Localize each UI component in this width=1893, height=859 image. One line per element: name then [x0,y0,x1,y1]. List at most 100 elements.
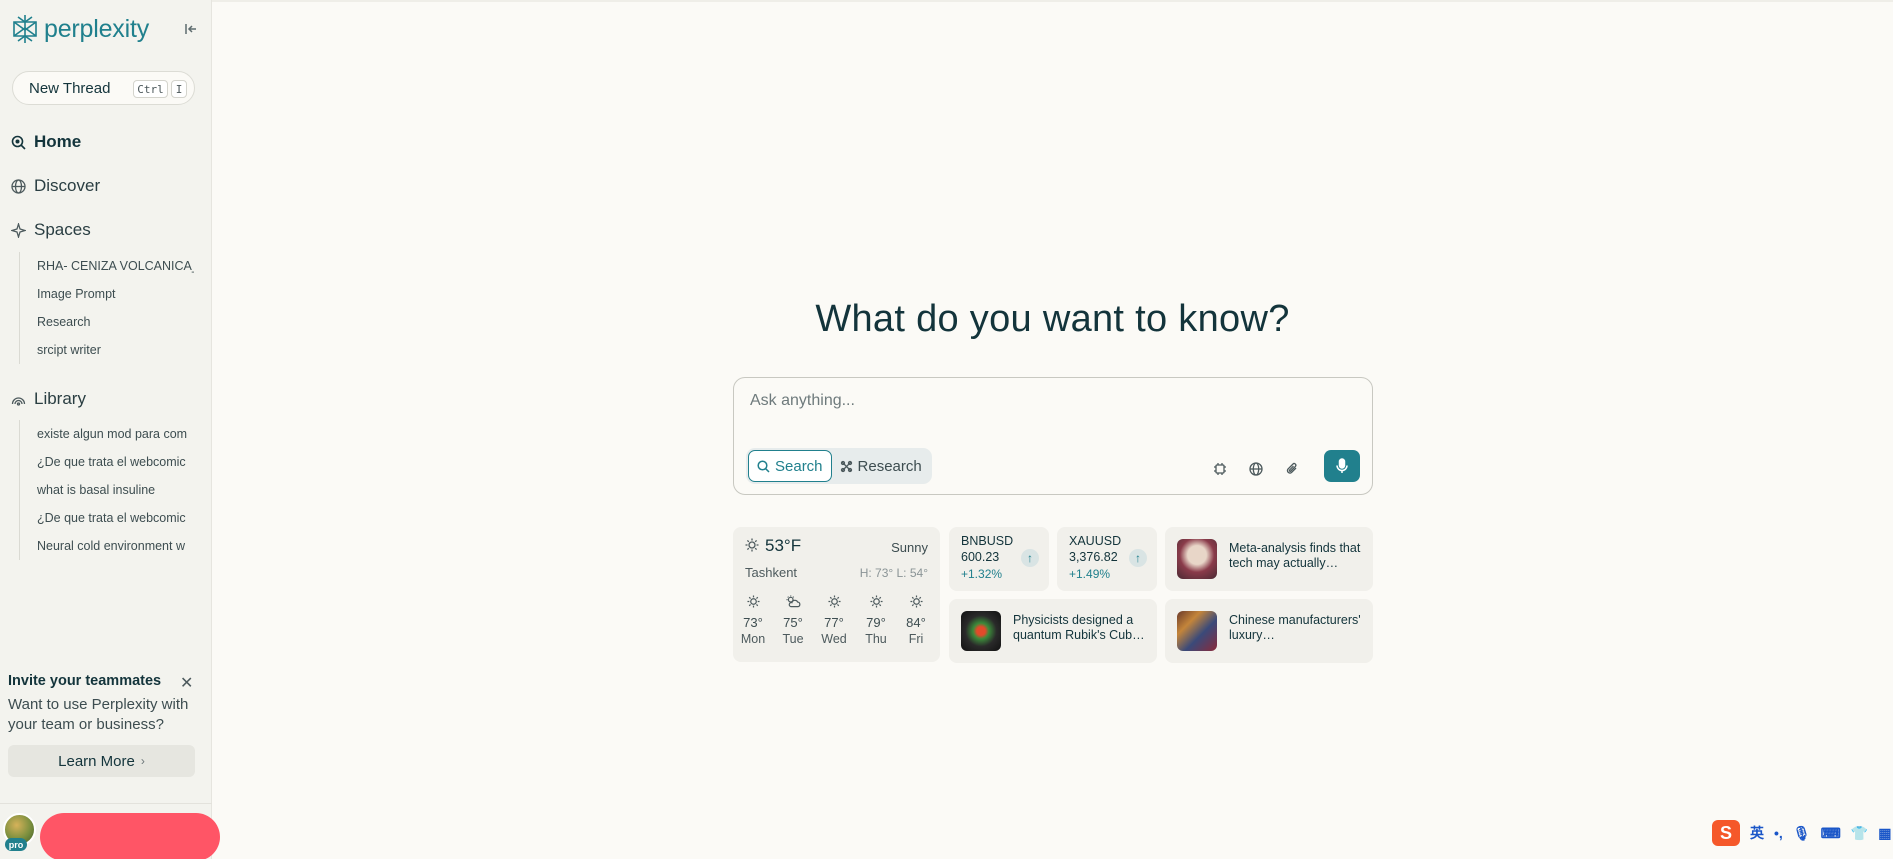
chevron-right-icon: › [140,754,145,768]
space-item[interactable]: RHA- CENIZA VOLCANICA_ [37,252,194,280]
logo-text: perplexity [44,14,149,43]
nav-home[interactable]: Home [10,128,81,156]
weather-widget[interactable]: 53°F Sunny Tashkent H: 73° L: 54° 73° Mo… [733,527,940,662]
new-thread-label: New Thread [29,79,111,97]
space-item[interactable]: srcipt writer [37,336,194,364]
forecast-day: 73° Mon [738,593,768,646]
search-input[interactable] [750,392,1350,410]
ticker-price: 3,376.82 [1069,550,1118,564]
user-account-row[interactable]: pro [0,803,220,859]
space-item[interactable]: Image Prompt [37,280,194,308]
ime-logo-icon[interactable]: S [1712,820,1740,846]
library-item[interactable]: existe algun mod para com [37,420,194,448]
library-item[interactable]: Neural cold environment w [37,532,194,560]
ticker-card-xauusd[interactable]: XAUUSD 3,376.82 +1.49% ↑ [1057,527,1157,591]
attach-icon[interactable] [1283,460,1301,478]
space-item[interactable]: Research [37,308,194,336]
close-icon[interactable]: ✕ [180,673,193,693]
forecast-temp: 73° [743,615,763,630]
nav-discover-label: Discover [34,176,101,195]
forecast-day-name: Mon [740,632,766,646]
forecast-temp: 75° [783,615,803,630]
sun-icon [901,593,931,609]
learn-more-label: Learn More [58,752,135,770]
ticker-symbol: XAUUSD [1069,534,1122,548]
ime-punctuation-toggle[interactable]: •, [1774,825,1783,841]
sun-icon [745,538,759,552]
sidebar: perplexity New Thread Ctrl I Home Discov… [0,0,220,859]
nav-home-label: Home [34,132,82,151]
keyboard-icon[interactable]: ⌨ [1821,825,1841,842]
model-chip-icon[interactable] [1211,460,1229,478]
globe-icon [10,178,26,194]
ime-language-toggle[interactable]: 英 [1750,823,1764,843]
shortcut-ctrl-key: Ctrl [133,80,168,98]
ticker-change: +1.49% [1069,567,1111,581]
collapse-sidebar-button[interactable] [181,19,201,39]
invite-teammates-card: Invite your teammates ✕ Want to use Perp… [8,673,198,777]
search-mode-label: Search [775,457,823,475]
nav-spaces-label: Spaces [34,220,91,239]
library-item[interactable]: ¿De que trata el webcomic [37,504,194,532]
nav-library-label: Library [34,389,86,408]
search-mode-toggle: Search Research [746,448,932,484]
news-headline: Chinese manufacturers' luxury… [1229,613,1361,642]
news-headline: Physicists designed a quantum Rubik's Cu… [1013,613,1145,642]
sun-icon [861,593,891,609]
weather-temperature: 53°F [765,536,802,555]
search-box: Search Research [733,377,1373,495]
news-thumbnail [961,611,1001,651]
skin-icon[interactable]: 👕 [1851,825,1868,842]
forecast-day: 75° Tue [778,593,808,646]
ticker-price: 600.23 [961,550,1000,564]
grid-menu-icon[interactable]: ▦ [1878,825,1891,842]
microphone-icon [1336,458,1348,473]
forecast-day-name: Tue [782,632,804,646]
microphone-icon[interactable]: 🎙 [1793,825,1811,842]
top-divider [212,0,1893,2]
news-thumbnail [1177,611,1217,651]
partly-cloudy-icon [778,593,808,609]
forecast-temp: 77° [824,615,844,630]
nav-discover[interactable]: Discover [10,172,100,200]
library-icon [10,391,26,407]
forecast-day-name: Thu [865,632,887,646]
weather-city: Tashkent [745,565,798,580]
sun-icon [819,593,849,609]
library-item[interactable]: what is basal insuline [37,476,194,504]
research-mode-button[interactable]: Research [832,450,930,482]
perplexity-logo-icon [13,15,37,43]
news-card[interactable]: Meta-analysis finds that tech may actual… [1165,527,1373,591]
voice-input-button[interactable] [1324,450,1360,482]
invite-title: Invite your teammates [8,673,162,689]
news-headline: Meta-analysis finds that tech may actual… [1229,541,1361,570]
forecast-day: 77° Wed [819,593,849,646]
news-thumbnail [1177,539,1217,579]
shortcut-i-key: I [171,80,187,98]
library-item[interactable]: ¿De que trata el webcomic [37,448,194,476]
perplexity-logo[interactable]: perplexity [10,13,149,45]
new-thread-button[interactable]: New Thread Ctrl I [12,71,195,105]
ime-toolbar: S 英 •, 🎙 ⌨ 👕 ▦ [1708,818,1893,848]
invite-description: Want to use Perplexity with your team or… [8,696,189,733]
forecast-temp: 79° [866,615,886,630]
ticker-card-bnbusd[interactable]: BNBUSD 600.23 +1.32% ↑ [949,527,1049,591]
spaces-list: RHA- CENIZA VOLCANICA_ Image Prompt Rese… [19,252,194,364]
learn-more-button[interactable]: Learn More › [8,745,195,777]
spaces-icon [10,222,26,238]
news-card[interactable]: Chinese manufacturers' luxury… [1165,599,1373,663]
forecast-day: 79° Thu [861,593,891,646]
research-mode-label: Research [857,457,922,475]
search-mode-button[interactable]: Search [748,450,832,482]
nav-spaces[interactable]: Spaces [10,216,91,244]
news-card[interactable]: Physicists designed a quantum Rubik's Cu… [949,599,1157,663]
forecast-temp: 84° [906,615,926,630]
search-icon [757,459,770,473]
arrow-up-icon: ↑ [1129,549,1147,567]
globe-icon[interactable] [1247,460,1265,478]
forecast-day-name: Wed [821,632,847,646]
nav-library[interactable]: Library [10,385,86,413]
home-search-icon [10,134,26,150]
forecast-day: 84° Fri [901,593,931,646]
redacted-username [40,813,220,859]
